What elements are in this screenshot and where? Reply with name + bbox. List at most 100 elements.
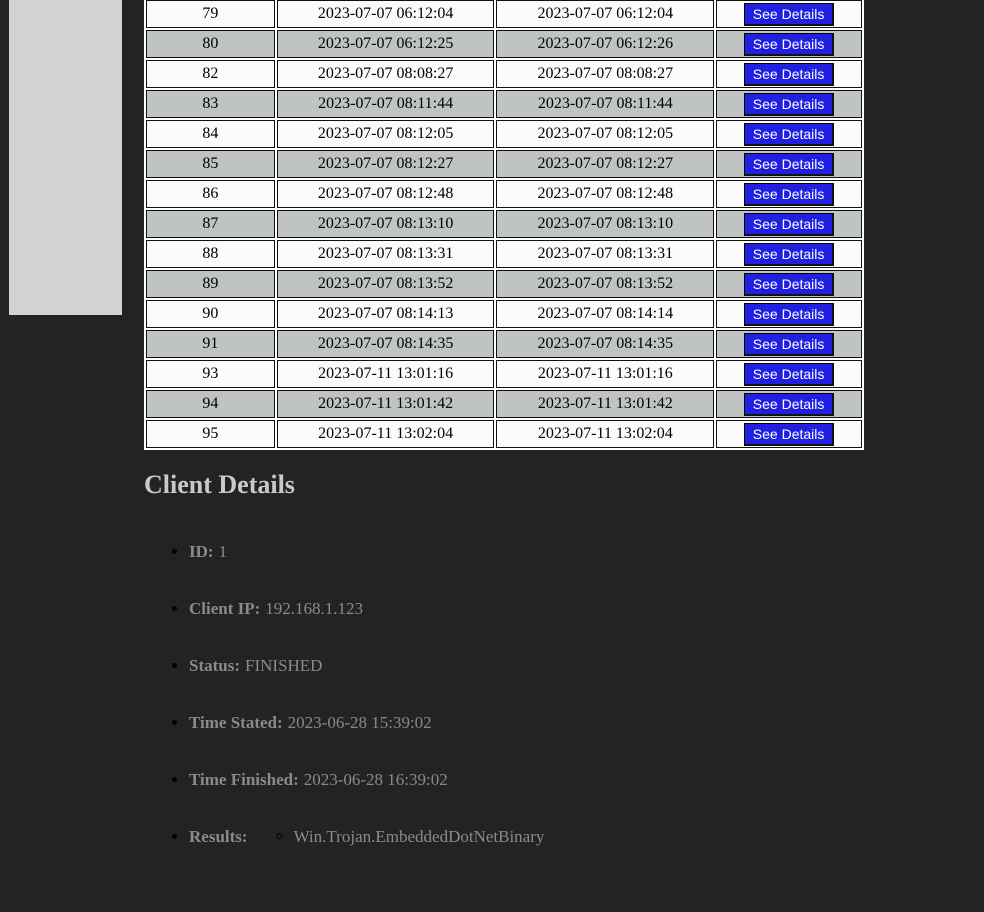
id-label: ID:	[189, 542, 214, 561]
row-action-cell: See Details	[716, 150, 862, 178]
row-id: 88	[146, 240, 275, 268]
records-table-container: 79 2023-07-07 06:12:04 2023-07-07 06:12:04…	[144, 0, 864, 450]
row-start-time: 2023-07-07 08:12:48	[276, 180, 495, 208]
time-finished-label: Time Finished:	[189, 770, 299, 789]
row-action-cell: See Details	[716, 270, 862, 298]
results-label: Results:	[189, 827, 248, 846]
row-action-cell: See Details	[716, 60, 862, 88]
row-id: 83	[146, 90, 275, 118]
see-details-button[interactable]: See Details	[743, 32, 835, 56]
row-id: 90	[146, 300, 275, 328]
row-end-time: 2023-07-07 08:12:27	[496, 150, 715, 178]
table-row: 86 2023-07-07 08:12:48 2023-07-07 08:12:48…	[146, 180, 862, 208]
row-end-time: 2023-07-07 06:12:04	[496, 0, 715, 28]
row-action-cell: See Details	[716, 120, 862, 148]
row-end-time: 2023-07-07 06:12:26	[496, 30, 715, 58]
row-start-time: 2023-07-07 08:14:13	[276, 300, 495, 328]
row-start-time: 2023-07-07 08:13:52	[276, 270, 495, 298]
records-table-body: 79 2023-07-07 06:12:04 2023-07-07 06:12:04…	[146, 0, 862, 448]
see-details-button[interactable]: See Details	[743, 392, 835, 416]
see-details-button[interactable]: See Details	[743, 242, 835, 266]
row-id: 94	[146, 390, 275, 418]
see-details-button[interactable]: See Details	[743, 152, 835, 176]
table-row: 87 2023-07-07 08:13:10 2023-07-07 08:13:10…	[146, 210, 862, 238]
client-ip-value: 192.168.1.123	[265, 599, 364, 618]
row-id: 82	[146, 60, 275, 88]
client-ip-label: Client IP:	[189, 599, 261, 618]
see-details-button[interactable]: See Details	[743, 362, 835, 386]
row-end-time: 2023-07-07 08:13:31	[496, 240, 715, 268]
table-row: 89 2023-07-07 08:13:52 2023-07-07 08:13:52…	[146, 270, 862, 298]
row-start-time: 2023-07-07 06:12:04	[276, 0, 495, 28]
row-start-time: 2023-07-07 08:08:27	[276, 60, 495, 88]
see-details-button[interactable]: See Details	[743, 272, 835, 296]
table-row: 84 2023-07-07 08:12:05 2023-07-07 08:12:05…	[146, 120, 862, 148]
table-row: 85 2023-07-07 08:12:27 2023-07-07 08:12:27…	[146, 150, 862, 178]
detail-status: Status:FINISHED	[189, 648, 544, 705]
client-details-list: ID:1 Client IP:192.168.1.123 Status:FINI…	[170, 534, 544, 876]
table-row: 79 2023-07-07 06:12:04 2023-07-07 06:12:04…	[146, 0, 862, 28]
row-end-time: 2023-07-07 08:14:14	[496, 300, 715, 328]
see-details-button[interactable]: See Details	[743, 92, 835, 116]
see-details-button[interactable]: See Details	[743, 212, 835, 236]
row-id: 79	[146, 0, 275, 28]
row-end-time: 2023-07-11 13:02:04	[496, 420, 715, 448]
results-list: Win.Trojan.EmbeddedDotNetBinary	[276, 819, 545, 855]
row-action-cell: See Details	[716, 180, 862, 208]
row-start-time: 2023-07-11 13:02:04	[276, 420, 495, 448]
row-action-cell: See Details	[716, 30, 862, 58]
row-id: 84	[146, 120, 275, 148]
table-row: 83 2023-07-07 08:11:44 2023-07-07 08:11:44…	[146, 90, 862, 118]
table-row: 93 2023-07-11 13:01:16 2023-07-11 13:01:16…	[146, 360, 862, 388]
table-row: 90 2023-07-07 08:14:13 2023-07-07 08:14:14…	[146, 300, 862, 328]
see-details-button[interactable]: See Details	[743, 62, 835, 86]
row-action-cell: See Details	[716, 390, 862, 418]
table-row: 80 2023-07-07 06:12:25 2023-07-07 06:12:26…	[146, 30, 862, 58]
table-row: 94 2023-07-11 13:01:42 2023-07-11 13:01:42…	[146, 390, 862, 418]
row-action-cell: See Details	[716, 330, 862, 358]
row-end-time: 2023-07-07 08:13:10	[496, 210, 715, 238]
result-item: Win.Trojan.EmbeddedDotNetBinary	[294, 819, 545, 855]
table-row: 91 2023-07-07 08:14:35 2023-07-07 08:14:35…	[146, 330, 862, 358]
row-end-time: 2023-07-07 08:08:27	[496, 60, 715, 88]
time-finished-value: 2023-06-28 16:39:02	[303, 770, 448, 789]
row-end-time: 2023-07-07 08:14:35	[496, 330, 715, 358]
row-end-time: 2023-07-11 13:01:42	[496, 390, 715, 418]
status-value: FINISHED	[245, 656, 323, 675]
row-id: 93	[146, 360, 275, 388]
client-details-title: Client Details	[144, 470, 295, 499]
time-started-value: 2023-06-28 15:39:02	[287, 713, 432, 732]
detail-id: ID:1	[189, 534, 544, 591]
id-value: 1	[218, 542, 228, 561]
row-id: 80	[146, 30, 275, 58]
row-start-time: 2023-07-07 08:12:27	[276, 150, 495, 178]
row-start-time: 2023-07-07 08:11:44	[276, 90, 495, 118]
row-action-cell: See Details	[716, 0, 862, 28]
row-end-time: 2023-07-07 08:12:48	[496, 180, 715, 208]
detail-time-finished: Time Finished:2023-06-28 16:39:02	[189, 762, 544, 819]
row-start-time: 2023-07-11 13:01:42	[276, 390, 495, 418]
row-id: 89	[146, 270, 275, 298]
see-details-button[interactable]: See Details	[743, 122, 835, 146]
row-start-time: 2023-07-11 13:01:16	[276, 360, 495, 388]
see-details-button[interactable]: See Details	[743, 422, 835, 446]
table-row: 88 2023-07-07 08:13:31 2023-07-07 08:13:31…	[146, 240, 862, 268]
row-id: 95	[146, 420, 275, 448]
row-start-time: 2023-07-07 08:13:31	[276, 240, 495, 268]
row-end-time: 2023-07-07 08:12:05	[496, 120, 715, 148]
row-id: 86	[146, 180, 275, 208]
row-action-cell: See Details	[716, 240, 862, 268]
see-details-button[interactable]: See Details	[743, 332, 835, 356]
time-started-label: Time Stated:	[189, 713, 283, 732]
table-row: 95 2023-07-11 13:02:04 2023-07-11 13:02:04…	[146, 420, 862, 448]
sidebar-panel	[9, 0, 122, 315]
records-table: 79 2023-07-07 06:12:04 2023-07-07 06:12:04…	[144, 0, 864, 450]
see-details-button[interactable]: See Details	[743, 182, 835, 206]
row-action-cell: See Details	[716, 420, 862, 448]
see-details-button[interactable]: See Details	[743, 302, 835, 326]
detail-results: Results: Win.Trojan.EmbeddedDotNetBinary	[189, 819, 544, 876]
see-details-button[interactable]: See Details	[743, 2, 835, 26]
status-label: Status:	[189, 656, 241, 675]
row-start-time: 2023-07-07 06:12:25	[276, 30, 495, 58]
row-end-time: 2023-07-11 13:01:16	[496, 360, 715, 388]
